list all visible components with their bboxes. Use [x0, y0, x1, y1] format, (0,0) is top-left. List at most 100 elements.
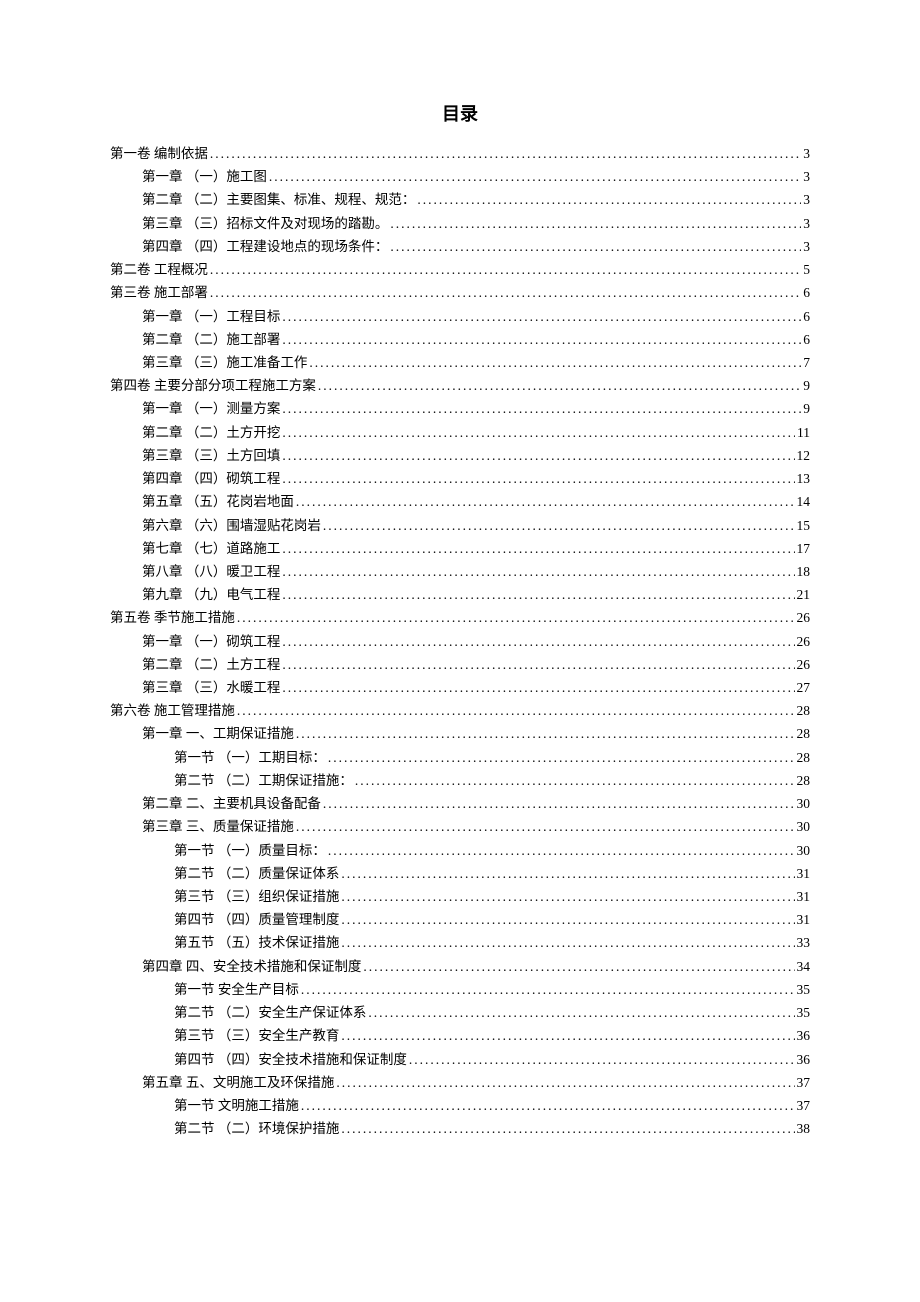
toc-entry-page: 11: [797, 421, 810, 444]
toc-entry-label: 第一章 （一）砌筑工程: [142, 630, 280, 653]
toc-entry: 第一卷 编制依据3: [110, 142, 810, 165]
toc-entry: 第五节 （五）技术保证措施 33: [110, 931, 810, 954]
toc-entry-page: 3: [803, 212, 810, 235]
toc-entry-page: 17: [797, 537, 811, 560]
toc-entry: 第一节 文明施工措施37: [110, 1094, 810, 1117]
toc-entry-page: 31: [797, 885, 811, 908]
toc-entry-label: 第一章 （一）测量方案: [142, 397, 280, 420]
toc-entry: 第三章 三、质量保证措施 30: [110, 815, 810, 838]
toc-dots: [301, 978, 795, 1001]
toc-entry: 第三章 （三）水暖工程 27: [110, 676, 810, 699]
toc-dots: [296, 490, 795, 513]
toc-dots: [368, 1001, 794, 1024]
toc-entry-page: 38: [797, 1117, 811, 1140]
toc-dots: [336, 1071, 794, 1094]
toc-entry-page: 30: [797, 792, 811, 815]
toc-dots: [341, 1024, 794, 1047]
toc-title: 目录: [110, 100, 810, 126]
toc-entry-label: 第八章 （八）暖卫工程: [142, 560, 280, 583]
toc-entry: 第四章 四、安全技术措施和保证制度 34: [110, 955, 810, 978]
toc-dots: [282, 467, 794, 490]
toc-dots: [282, 397, 801, 420]
toc-entry-label: 第二章 （二）土方开挖: [142, 421, 280, 444]
toc-entry-label: 第一节 （一）质量目标：: [174, 839, 326, 862]
toc-entry-label: 第一章 一、工期保证措施: [142, 722, 294, 745]
toc-dots: [341, 1117, 794, 1140]
toc-entry-label: 第五节 （五）技术保证措施: [174, 931, 339, 954]
toc-dots: [282, 583, 794, 606]
toc-entry-page: 14: [797, 490, 811, 513]
toc-dots: [282, 560, 794, 583]
toc-dots: [282, 676, 794, 699]
toc-entry-page: 6: [803, 281, 810, 304]
toc-entry: 第五章 （五）花岗岩地面 14: [110, 490, 810, 513]
toc-entry: 第一章 （一）施工图 3: [110, 165, 810, 188]
toc-dots: [318, 374, 801, 397]
toc-entry-page: 37: [797, 1071, 811, 1094]
toc-dots: [323, 792, 795, 815]
toc-dots: [409, 1048, 795, 1071]
toc-dots: [282, 305, 801, 328]
toc-dots: [282, 630, 794, 653]
toc-entry: 第二节 （二）环境保护措施38: [110, 1117, 810, 1140]
toc-entry: 第一节 （一）质量目标：30: [110, 839, 810, 862]
toc-entry-label: 第二章 （二）主要图集、标准、规程、规范：: [142, 188, 415, 211]
toc-entry-page: 15: [797, 514, 811, 537]
toc-entry: 第四节 （四）质量管理制度31: [110, 908, 810, 931]
toc-entry-label: 第一节 文明施工措施: [174, 1094, 299, 1117]
toc-entry-label: 第四章 （四）砌筑工程: [142, 467, 280, 490]
toc-entry-page: 31: [797, 908, 811, 931]
toc-entry: 第二节 （二）工期保证措施：28: [110, 769, 810, 792]
toc-entry: 第一章 （一）测量方案 9: [110, 397, 810, 420]
toc-dots: [210, 258, 801, 281]
toc-dots: [282, 328, 801, 351]
toc-entry-label: 第六章 （六）围墙湿贴花岗岩: [142, 514, 321, 537]
toc-entry: 第二章 （二）土方工程 26: [110, 653, 810, 676]
toc-entry: 第三章 （三）招标文件及对现场的踏勘。 3: [110, 212, 810, 235]
toc-dots: [341, 931, 794, 954]
toc-entry-label: 第四节 （四）安全技术措施和保证制度: [174, 1048, 407, 1071]
toc-entry-label: 第三章 （三）水暖工程: [142, 676, 280, 699]
toc-entry-page: 28: [797, 699, 811, 722]
toc-entry-page: 13: [797, 467, 811, 490]
toc-entry-page: 31: [797, 862, 811, 885]
toc-entry-page: 5: [803, 258, 810, 281]
toc-entry-page: 6: [803, 328, 810, 351]
toc-entry-label: 第三章 （三）土方回填: [142, 444, 280, 467]
toc-entry-page: 36: [797, 1048, 811, 1071]
toc-dots: [282, 653, 794, 676]
toc-entry-page: 21: [797, 583, 811, 606]
toc-entry-label: 第五章 五、文明施工及环保措施: [142, 1071, 334, 1094]
toc-dots: [328, 839, 795, 862]
toc-entry: 第三章 （三）土方回填 12: [110, 444, 810, 467]
toc-entry: 第六卷 施工管理措施 28: [110, 699, 810, 722]
toc-entry: 第六章 （六）围墙湿贴花岗岩 15: [110, 514, 810, 537]
toc-dots: [341, 908, 794, 931]
toc-entry-label: 第一章 （一）施工图: [142, 165, 267, 188]
toc-entry-label: 第二节 （二）安全生产保证体系: [174, 1001, 366, 1024]
toc-entry-page: 27: [797, 676, 811, 699]
toc-entry: 第一节 安全生产目标35: [110, 978, 810, 1001]
toc-entry-page: 9: [803, 397, 810, 420]
toc-entry-label: 第四章 四、安全技术措施和保证制度: [142, 955, 361, 978]
toc-entry: 第四章 （四）砌筑工程 13: [110, 467, 810, 490]
toc-entry-label: 第六卷 施工管理措施: [110, 699, 235, 722]
toc-entry: 第二卷 工程概况5: [110, 258, 810, 281]
toc-entry-page: 7: [803, 351, 810, 374]
toc-entry-page: 35: [797, 1001, 811, 1024]
toc-entry-page: 26: [797, 630, 811, 653]
toc-entry: 第三节 （三）组织保证措施31: [110, 885, 810, 908]
toc-entry-page: 3: [803, 165, 810, 188]
toc-entry: 第五章 五、文明施工及环保措施 37: [110, 1071, 810, 1094]
toc-entry: 第四卷 主要分部分项工程施工方案9: [110, 374, 810, 397]
toc-entry: 第二章 （二）主要图集、标准、规程、规范： 3: [110, 188, 810, 211]
toc-entry-page: 33: [797, 931, 811, 954]
toc-entry-page: 3: [803, 188, 810, 211]
toc-entry-page: 12: [797, 444, 811, 467]
toc-entry: 第一章 一、工期保证措施 28: [110, 722, 810, 745]
toc-entry-page: 30: [797, 815, 811, 838]
toc-entry-label: 第四章 （四）工程建设地点的现场条件：: [142, 235, 388, 258]
toc-entry-label: 第三章 （三）招标文件及对现场的踏勘。: [142, 212, 388, 235]
toc-entry-page: 28: [797, 746, 811, 769]
toc-entry: 第八章 （八）暖卫工程 18: [110, 560, 810, 583]
